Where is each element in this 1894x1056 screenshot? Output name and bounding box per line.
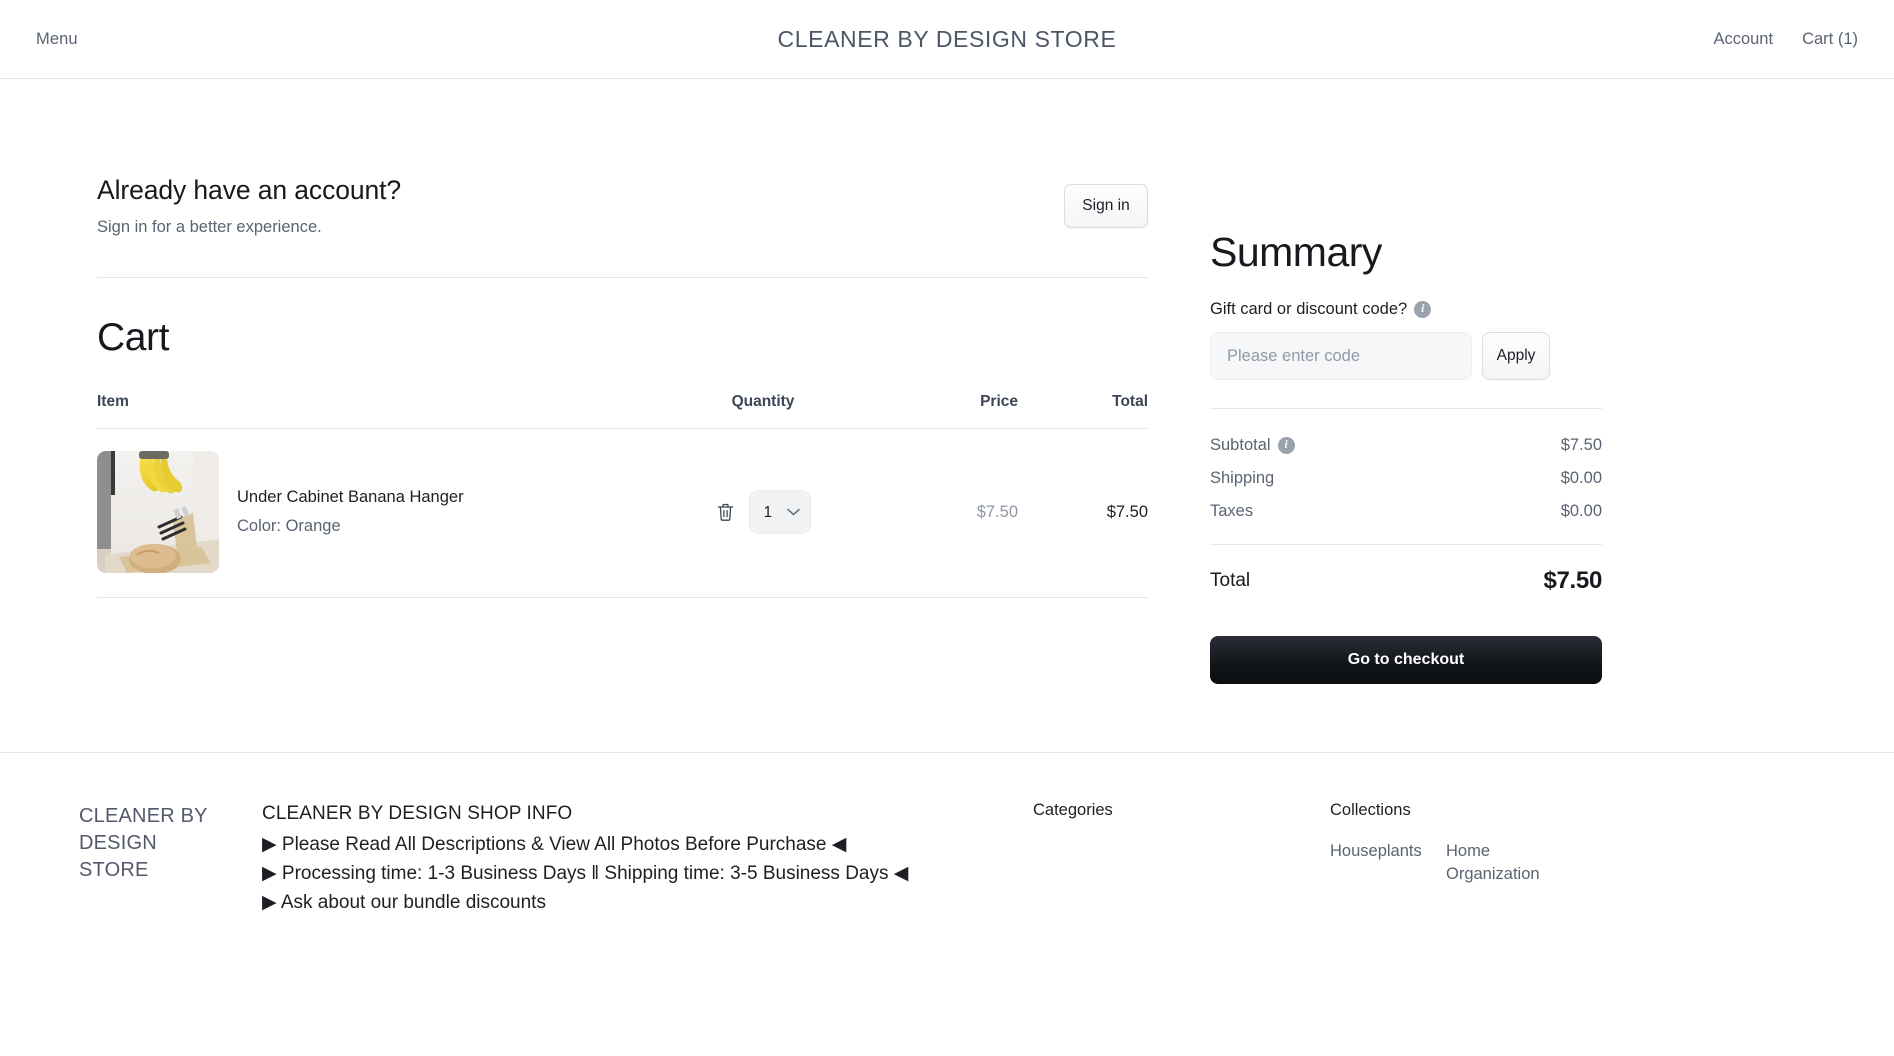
cart-title: Cart [97,316,1150,360]
account-link[interactable]: Account [1713,30,1773,49]
gift-card-label: Gift card or discount code? [1210,300,1407,319]
footer-collections-links: Houseplants Home Organization [1330,840,1546,894]
taxes-label: Taxes [1210,502,1253,521]
menu-button[interactable]: Menu [36,30,78,49]
shipping-label: Shipping [1210,469,1274,488]
sign-in-button[interactable]: Sign in [1064,184,1148,228]
summary-divider-bottom [1210,544,1602,545]
account-divider [97,277,1148,278]
total-value: $7.50 [1543,567,1602,595]
cart-header-row: Item Quantity Price Total [97,393,1148,429]
subtotal-value: $7.50 [1561,436,1602,455]
subtotal-label: Subtotal [1210,436,1271,455]
footer-info-line: ▶ Ask about our bundle discounts [262,891,962,914]
column-price: Price [868,393,1018,429]
summary-title: Summary [1210,229,1894,276]
footer-link-home-organization[interactable]: Home Organization [1446,840,1546,886]
shipping-value: $0.00 [1561,469,1602,488]
cell-price: $7.50 [868,429,1018,598]
go-to-checkout-button[interactable]: Go to checkout [1210,636,1602,684]
footer-collections-inner: Collections Houseplants Home Organizatio… [1330,801,1546,894]
cell-total: $7.50 [1018,429,1148,598]
taxes-value: $0.00 [1561,502,1602,521]
total-label: Total [1210,570,1250,592]
site-footer: CLEANER BY DESIGN STORE CLEANER BY DESIG… [0,753,1894,920]
footer-categories-title: Categories [1033,801,1113,820]
footer-link-houseplants[interactable]: Houseplants [1330,840,1430,863]
footer-link-column-2: Home Organization [1446,840,1546,894]
summary-divider-top [1210,408,1602,409]
subtotal-info-icon[interactable]: i [1278,437,1295,454]
column-quantity: Quantity [658,393,868,429]
product-name[interactable]: Under Cabinet Banana Hanger [237,488,464,508]
summary-line-taxes: Taxes $0.00 [1210,495,1602,528]
header-nav: Account Cart (1) [1713,30,1858,49]
account-heading: Already have an account? [97,175,401,206]
footer-shop-info: CLEANER BY DESIGN SHOP INFO ▶ Please Rea… [262,803,962,920]
cart-table-head: Item Quantity Price Total [97,393,1148,429]
footer-logo: CLEANER BY DESIGN STORE [79,803,224,920]
footer-info-line: ▶ Processing time: 1-3 Business Days ‖ S… [262,862,962,885]
trash-icon-glyph [717,503,734,522]
trash-icon[interactable] [716,501,736,523]
cell-quantity: 1 [658,429,868,598]
apply-button[interactable]: Apply [1482,332,1550,380]
product-details: Under Cabinet Banana Hanger Color: Orang… [237,488,464,537]
page-root: Menu CLEANER BY DESIGN STORE Account Car… [0,0,1894,1056]
account-prompt: Already have an account? Sign in for a b… [97,175,1148,237]
column-item: Item [97,393,658,429]
cart-link[interactable]: Cart (1) [1802,30,1858,49]
site-header: Menu CLEANER BY DESIGN STORE Account Car… [0,0,1894,79]
info-icon[interactable]: i [1414,301,1431,318]
cart-column: Already have an account? Sign in for a b… [0,79,1150,752]
table-row: Under Cabinet Banana Hanger Color: Orang… [97,429,1148,598]
footer-categories: Categories [1033,801,1113,840]
banana-hanger-photo [97,451,219,573]
discount-code-input[interactable] [1210,332,1472,380]
summary-line-shipping: Shipping $0.00 [1210,462,1602,495]
summary-lines: Subtotal i $7.50 Shipping $0.00 Taxes $0… [1210,429,1602,528]
main-content: Already have an account? Sign in for a b… [0,79,1894,752]
footer-collections: Collections Houseplants Home Organizatio… [1330,801,1546,894]
quantity-select-wrapper: 1 [749,490,811,534]
cell-item: Under Cabinet Banana Hanger Color: Orang… [97,429,658,598]
product-thumbnail[interactable] [97,451,219,573]
summary-column: Summary Gift card or discount code? i Ap… [1150,79,1894,752]
footer-info-line: ▶ Please Read All Descriptions & View Al… [262,833,962,856]
footer-info-title: CLEANER BY DESIGN SHOP INFO [262,803,962,825]
footer-collections-title: Collections [1330,801,1546,820]
column-total: Total [1018,393,1148,429]
discount-code-row: Apply [1210,332,1894,380]
product-variant: Color: Orange [237,517,464,537]
account-prompt-text: Already have an account? Sign in for a b… [97,175,401,237]
summary-line-subtotal: Subtotal i $7.50 [1210,429,1602,462]
cart-table: Item Quantity Price Total [97,393,1148,598]
summary-line-total: Total $7.50 [1210,549,1602,602]
gift-card-label-row: Gift card or discount code? i [1210,300,1894,319]
account-subtext: Sign in for a better experience. [97,218,401,237]
footer-link-column-1: Houseplants [1330,840,1430,894]
footer-logo-line-2: DESIGN STORE [79,830,224,884]
footer-logo-line-1: CLEANER BY [79,803,224,830]
summary-total-wrap: Total $7.50 [1210,549,1602,602]
quantity-select[interactable]: 1 [749,490,811,534]
cart-table-body: Under Cabinet Banana Hanger Color: Orang… [97,429,1148,598]
store-title: CLEANER BY DESIGN STORE [0,26,1894,53]
